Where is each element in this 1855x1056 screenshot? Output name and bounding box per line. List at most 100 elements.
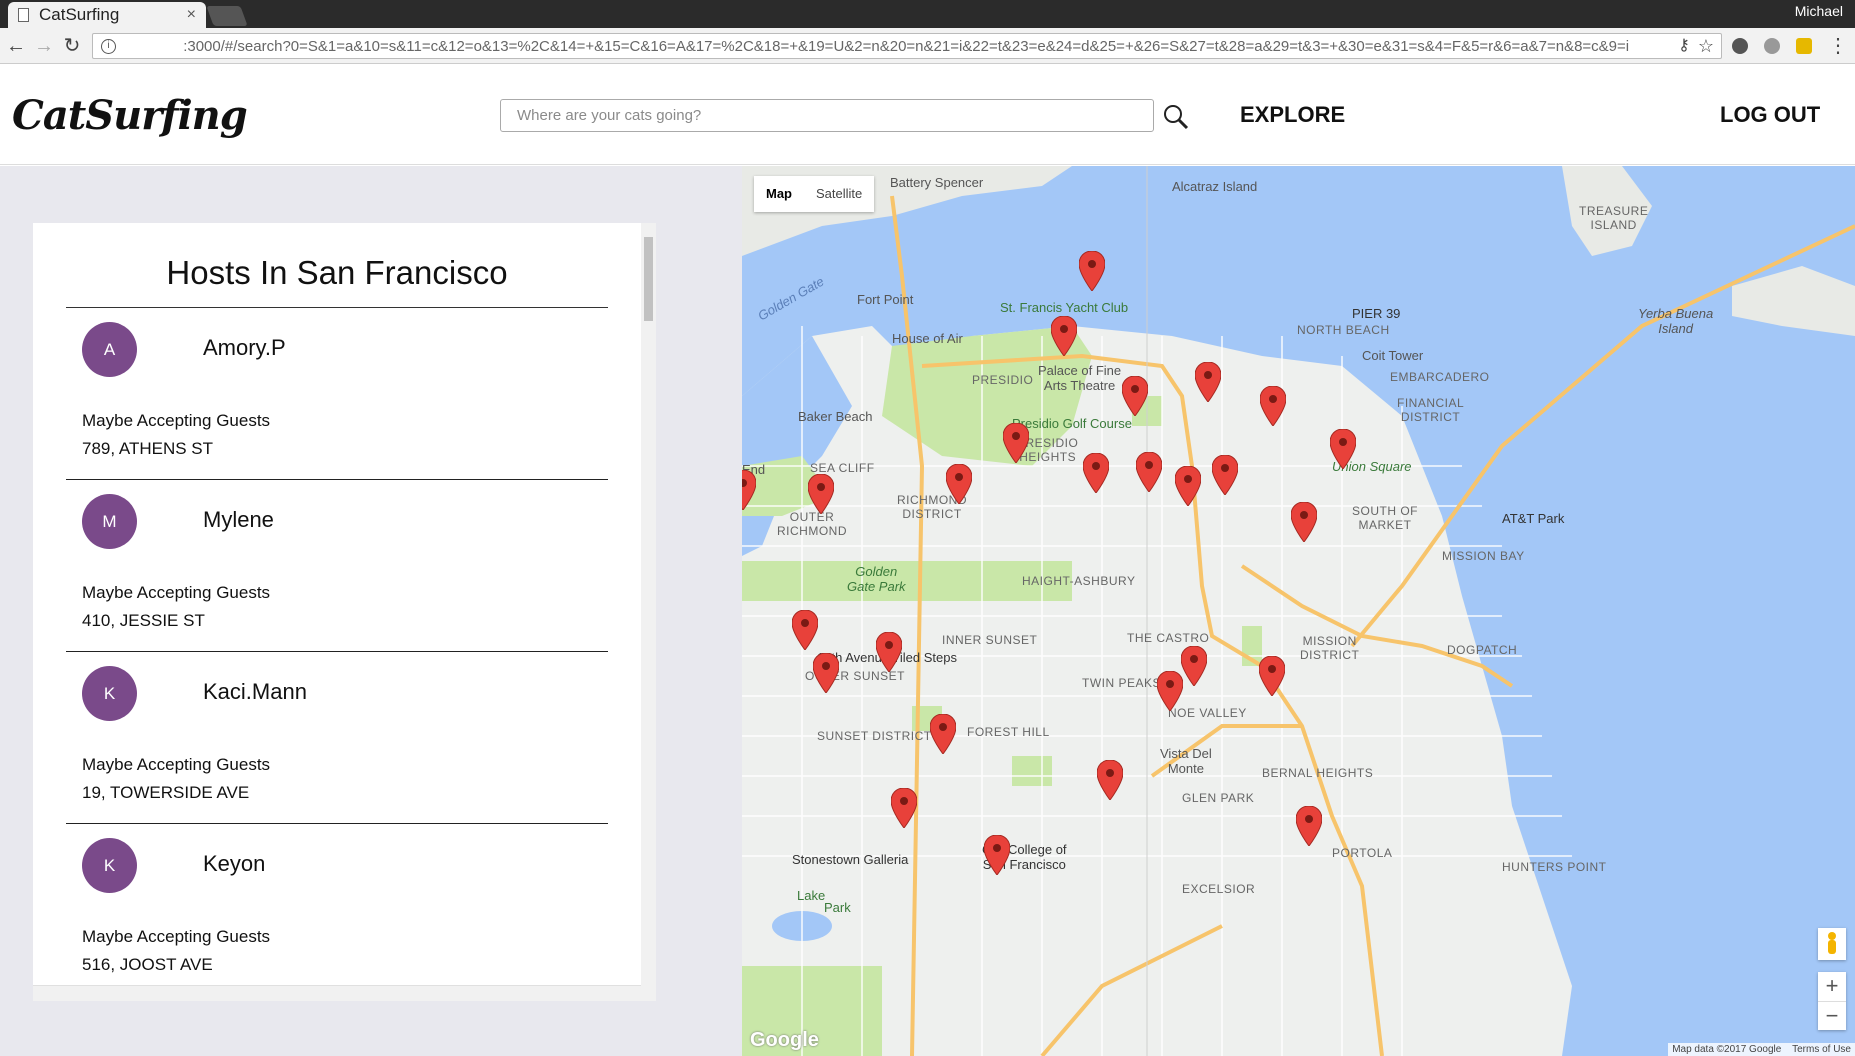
map-marker-pin-icon[interactable]	[1259, 385, 1287, 427]
host-status: Maybe Accepting Guests	[82, 755, 271, 774]
map-marker-pin-icon[interactable]	[1258, 655, 1286, 697]
map-marker-pin-icon[interactable]	[1295, 805, 1323, 847]
host-address: 789, ATHENS ST	[82, 439, 214, 458]
map-marker-pin-icon[interactable]	[1174, 465, 1202, 507]
map-type-map[interactable]: Map	[754, 176, 804, 212]
map-marker-pin-icon[interactable]	[945, 463, 973, 505]
map-label: EXCELSIOR	[1182, 882, 1256, 896]
browser-tab[interactable]: CatSurfing ×	[8, 2, 206, 28]
map-marker-pin-icon[interactable]	[1121, 375, 1149, 417]
map-marker-pin-icon[interactable]	[1194, 361, 1222, 403]
address-bar[interactable]: i localhost:3000/#/search?0=S&1=a&10=s&1…	[92, 33, 1722, 59]
map-marker-pin-icon[interactable]	[890, 787, 918, 829]
search-icon[interactable]	[1163, 104, 1189, 130]
map-marker-pin-icon[interactable]	[1135, 451, 1163, 493]
map-label: Alcatraz Island	[1172, 179, 1258, 194]
map-label: Palace of Fine Arts Theatre	[1038, 363, 1122, 393]
close-tab-icon[interactable]: ×	[187, 6, 196, 24]
host-card[interactable]: A Amory.P Maybe Accepting Guests 789, AT…	[66, 308, 608, 480]
app-header: CatSurfing EXPLORE LOG OUT	[0, 64, 1855, 165]
map-label: HUNTERS POINT	[1502, 860, 1607, 874]
hosts-panel: Hosts In San Francisco A Amory.P Maybe A…	[33, 223, 656, 1001]
host-name[interactable]: Mylene	[203, 507, 274, 533]
hosts-map[interactable]: Map Satellite Battery Spencer Alcatraz I…	[742, 166, 1855, 1056]
map-marker-pin-icon[interactable]	[1082, 452, 1110, 494]
forward-arrow-icon[interactable]: →	[32, 34, 56, 58]
map-type-satellite[interactable]: Satellite	[804, 176, 874, 212]
map-marker-pin-icon[interactable]	[1096, 759, 1124, 801]
zoom-out-button[interactable]: −	[1818, 1001, 1846, 1030]
avatar: A	[82, 322, 137, 377]
extension-privacy-icon[interactable]	[1764, 38, 1780, 54]
map-marker-pin-icon[interactable]	[812, 652, 840, 694]
logout-link[interactable]: LOG OUT	[1720, 102, 1820, 128]
host-status: Maybe Accepting Guests	[82, 927, 271, 946]
back-arrow-icon[interactable]: ←	[4, 34, 28, 58]
catsurfing-logo[interactable]: CatSurfing	[12, 92, 248, 139]
map-label: FOREST HILL	[967, 725, 1050, 739]
map-label: House of Air	[892, 331, 963, 346]
new-tab-button[interactable]	[206, 6, 248, 26]
host-card[interactable]: K Kaci.Mann Maybe Accepting Guests 19, T…	[66, 652, 608, 824]
extension-shield-icon[interactable]	[1732, 38, 1748, 54]
host-name[interactable]: Keyon	[203, 851, 265, 877]
map-marker-pin-icon[interactable]	[1050, 315, 1078, 357]
map-label: Baker Beach	[798, 409, 873, 424]
zoom-control: + −	[1818, 972, 1846, 1030]
map-label: Battery Spencer	[890, 175, 984, 190]
map-label: INNER SUNSET	[942, 633, 1038, 647]
map-marker-pin-icon[interactable]	[807, 473, 835, 515]
hosts-title: Hosts In San Francisco	[66, 250, 608, 308]
profile-name[interactable]: Michael	[1795, 3, 1843, 19]
street-view-pegman-icon[interactable]	[1818, 928, 1846, 960]
map-marker-pin-icon[interactable]	[791, 609, 819, 651]
panel-vertical-scrollbar[interactable]	[641, 223, 656, 1001]
browser-tab-bar: CatSurfing × Michael	[0, 0, 1855, 28]
map-label: HAIGHT-ASHBURY	[1022, 574, 1136, 588]
map-label: St. Francis Yacht Club	[1000, 300, 1129, 315]
browser-toolbar: ← → ↻ i localhost:3000/#/search?0=S&1=a&…	[0, 28, 1855, 64]
avatar: K	[82, 838, 137, 893]
map-marker-pin-icon[interactable]	[1290, 501, 1318, 543]
avatar: M	[82, 494, 137, 549]
map-marker-pin-icon[interactable]	[1329, 428, 1357, 470]
map-marker-pin-icon[interactable]	[742, 469, 757, 511]
terms-of-use-link[interactable]: Terms of Use	[1792, 1044, 1851, 1055]
host-card[interactable]: M Mylene Maybe Accepting Guests 410, JES…	[66, 480, 608, 652]
map-marker-pin-icon[interactable]	[1180, 645, 1208, 687]
map-label: DOGPATCH	[1447, 643, 1518, 657]
host-card[interactable]: K Keyon Maybe Accepting Guests 516, JOOS…	[66, 824, 608, 996]
zoom-in-button[interactable]: +	[1818, 972, 1846, 1001]
key-icon[interactable]: ⚷	[1672, 34, 1696, 58]
map-marker-pin-icon[interactable]	[1156, 670, 1184, 712]
menu-dots-icon[interactable]: ⋮	[1826, 34, 1850, 58]
extension-notes-icon[interactable]	[1796, 38, 1812, 54]
url-host: localhost	[124, 34, 183, 58]
map-type-control: Map Satellite	[754, 176, 875, 212]
map-marker-pin-icon[interactable]	[875, 631, 903, 673]
map-label: Lake	[797, 888, 826, 903]
map-marker-pin-icon[interactable]	[983, 834, 1011, 876]
map-label: PORTOLA	[1332, 846, 1393, 860]
map-marker-pin-icon[interactable]	[1002, 422, 1030, 464]
explore-link[interactable]: EXPLORE	[1240, 102, 1345, 128]
panel-horizontal-scrollbar[interactable]	[33, 985, 641, 1001]
info-icon[interactable]: i	[101, 38, 116, 54]
map-marker-pin-icon[interactable]	[1078, 250, 1106, 292]
map-label: GLEN PARK	[1182, 791, 1255, 805]
map-label: TREASURE ISLAND	[1579, 204, 1649, 232]
scrollbar-thumb[interactable]	[644, 237, 653, 321]
tab-title: CatSurfing	[39, 5, 120, 24]
host-name[interactable]: Amory.P	[203, 335, 286, 361]
map-label: Presidio Golf Course	[1012, 416, 1132, 431]
reload-icon[interactable]: ↻	[60, 34, 84, 58]
bookmark-star-icon[interactable]: ☆	[1694, 34, 1718, 58]
host-name[interactable]: Kaci.Mann	[203, 679, 307, 705]
destination-search-input[interactable]	[500, 99, 1154, 132]
map-marker-pin-icon[interactable]	[929, 713, 957, 755]
map-label: OUTER RICHMOND	[777, 510, 847, 538]
map-marker-pin-icon[interactable]	[1211, 454, 1239, 496]
google-logo[interactable]: Google	[750, 1029, 819, 1052]
map-label: SOUTH OF MARKET	[1352, 504, 1418, 532]
map-label: SEA CLIFF	[810, 461, 875, 475]
